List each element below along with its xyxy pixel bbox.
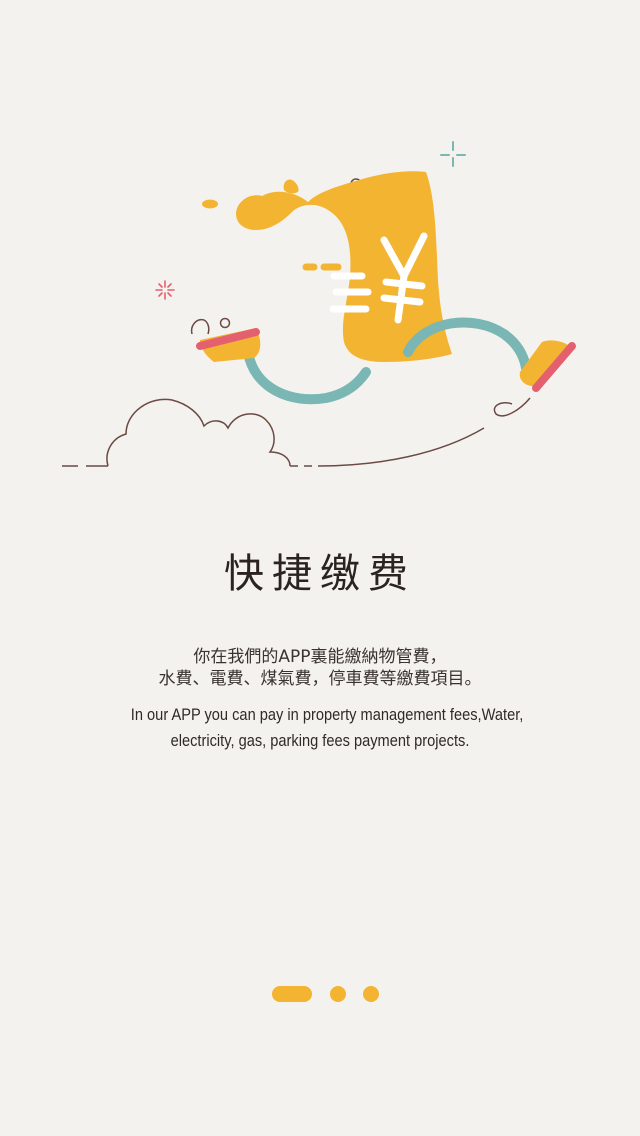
left-shoe-outline bbox=[190, 318, 210, 335]
motion-swirl bbox=[493, 397, 531, 417]
description-en-line: In our APP you can pay in property manag… bbox=[130, 705, 524, 724]
ground-line bbox=[317, 427, 485, 467]
page-indicator bbox=[0, 986, 640, 1002]
onboarding-screen: 快捷缴费 你在我們的APP裏能繳納物管費， 水費、電費、煤氣費，停車費等繳費項目… bbox=[0, 0, 640, 1136]
page-dot[interactable] bbox=[330, 986, 346, 1002]
description-zh-line: 你在我們的APP裏能繳納物管費， bbox=[193, 647, 447, 667]
left-arm bbox=[243, 347, 371, 405]
page-dot-active[interactable] bbox=[272, 986, 312, 1002]
description-zh-line: 水費、電費、煤氣費，停車費等繳費項目。 bbox=[158, 669, 482, 689]
running-money-bag-illustration bbox=[62, 141, 576, 467]
page-dot[interactable] bbox=[363, 986, 379, 1002]
cloud-outline bbox=[106, 398, 291, 467]
description-en-line: electricity, gas, parking fees payment p… bbox=[170, 731, 470, 750]
onboarding-title: 快捷缴费 bbox=[224, 551, 416, 597]
splash-drop bbox=[283, 179, 299, 194]
pink-burst-icon bbox=[155, 280, 175, 300]
description-zh: 你在我們的APP裏能繳納物管費， 水費、電費、煤氣費，停車費等繳費項目。 bbox=[0, 646, 640, 690]
description-en: In our APP you can pay in property manag… bbox=[130, 702, 524, 754]
sparkle-cross-icon bbox=[440, 141, 466, 167]
splash-drop bbox=[202, 199, 218, 209]
left-shoe-circle bbox=[219, 317, 231, 329]
